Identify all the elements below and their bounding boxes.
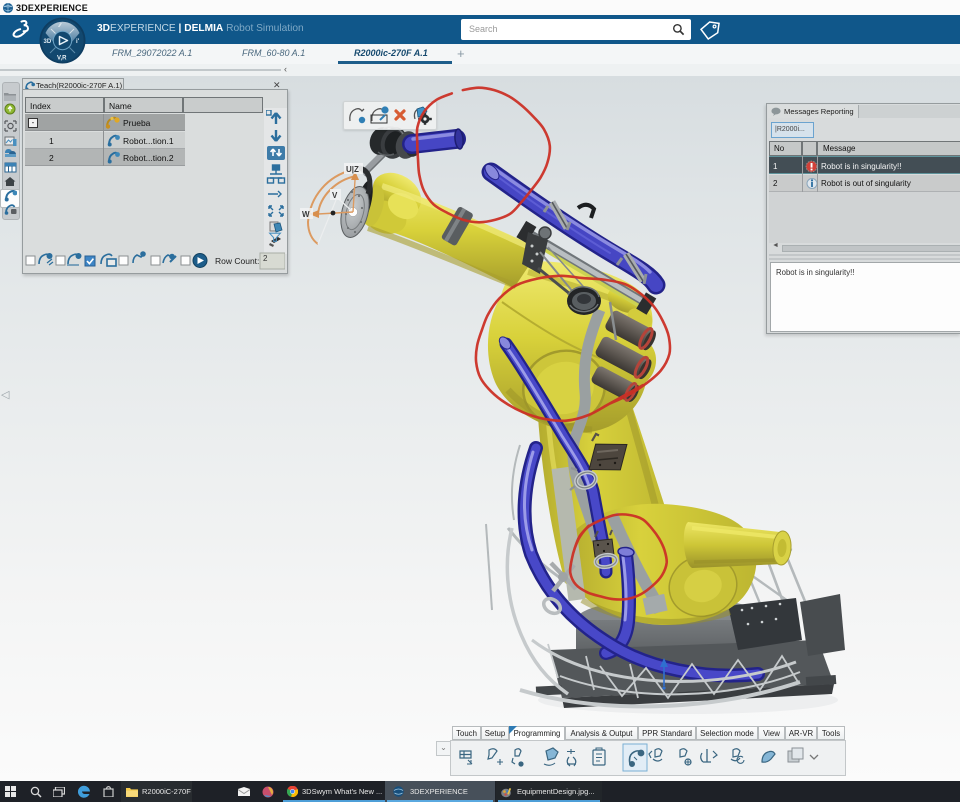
svg-text:V,R: V,R	[57, 56, 67, 62]
svg-text:Row Count:: Row Count:	[215, 256, 259, 266]
svg-text:2: 2	[263, 254, 268, 263]
svg-text:3D: 3D	[44, 39, 52, 45]
